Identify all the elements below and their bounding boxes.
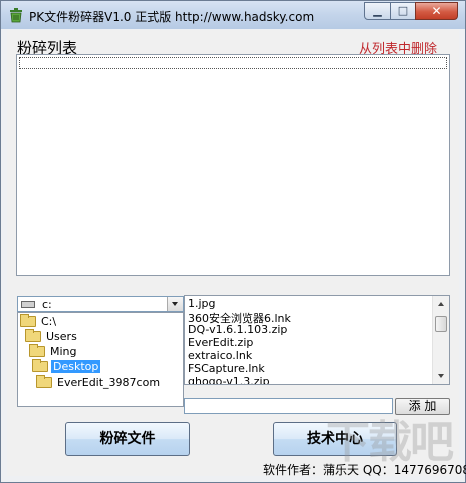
dir-name: EverEdit_3987com [57,376,161,389]
maximize-icon: □ [397,4,409,17]
arrow-up-icon [438,302,444,306]
vertical-scrollbar[interactable] [432,296,449,384]
dropdown-button[interactable] [167,297,183,311]
app-window: PK文件粉碎器V1.0 正式版 http://www.hadsky.com ▁ … [0,0,466,483]
scroll-down-button[interactable] [434,369,448,383]
title-bar[interactable]: PK文件粉碎器V1.0 正式版 http://www.hadsky.com ▁ … [1,1,465,29]
folder-open-icon [20,314,36,327]
close-icon: ✕ [431,4,442,18]
dir-name: C:\ [41,315,57,328]
watermark: 下载吧 [326,417,454,468]
file-list[interactable]: 1.jpg 360安全浏览器6.lnk DQ-v1.6.1.103.zip Ev… [184,295,450,385]
file-item[interactable]: ghogo-v1.3.zip [188,375,270,384]
file-item[interactable]: 1.jpg [188,297,216,310]
file-item[interactable]: extraico.lnk [188,349,252,362]
folder-open-icon [32,359,48,372]
directory-list[interactable]: C:\ Users Ming Desktop EverEdit_3987com [17,312,184,407]
shred-files-button[interactable]: 粉碎文件 [65,422,190,456]
folder-open-icon [29,344,45,357]
chevron-down-icon [172,302,178,306]
file-item[interactable]: EverEdit.zip [188,336,253,349]
trash-bin-icon [10,8,22,23]
scroll-thumb[interactable] [435,316,447,332]
close-button[interactable]: ✕ [415,2,458,20]
dir-name: Ming [50,345,77,358]
file-item[interactable]: DQ-v1.6.1.103.zip [188,323,287,336]
maximize-button[interactable]: □ [390,2,416,20]
shred-list[interactable] [16,54,450,276]
window-title: PK文件粉碎器V1.0 正式版 http://www.hadsky.com [29,10,315,24]
scroll-up-button[interactable] [434,297,448,311]
folder-open-icon [25,329,41,342]
drive-icon [21,301,35,308]
arrow-down-icon [438,374,444,378]
drive-select[interactable]: c: [17,296,184,312]
folder-icon [36,375,52,388]
focus-rect [19,57,447,69]
file-item[interactable]: FSCapture.lnk [188,362,265,375]
drive-value: c: [42,298,52,311]
dir-name: Users [46,330,77,343]
minimize-icon: ▁ [373,4,382,17]
dir-name: Desktop [51,360,101,373]
minimize-button[interactable]: ▁ [364,2,391,20]
